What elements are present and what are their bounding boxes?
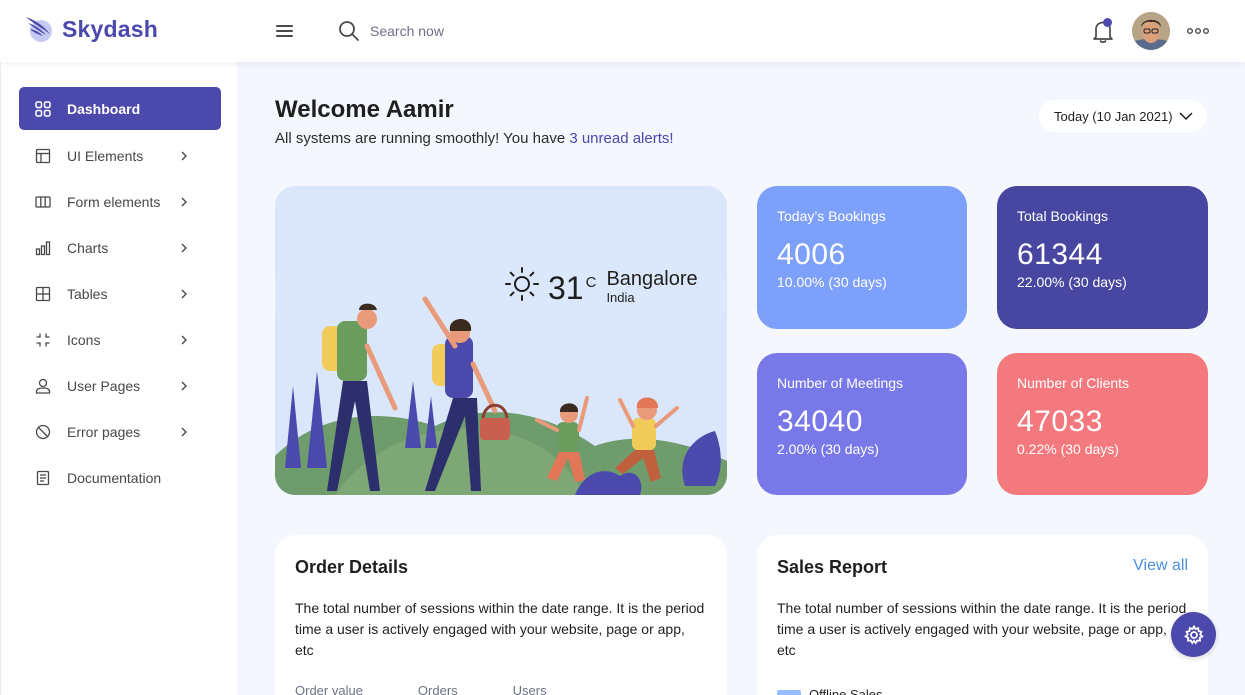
chart-legend: Offline Sales <box>777 687 882 695</box>
stat-change: 2.00% (30 days) <box>777 441 879 457</box>
gear-icon <box>1183 624 1204 645</box>
sidebar-item-user-pages[interactable]: User Pages <box>19 363 221 409</box>
bar-chart-icon <box>35 240 51 256</box>
sidebar-item-label: Icons <box>67 332 101 348</box>
sidebar-item-label: Error pages <box>67 424 141 440</box>
brand[interactable]: Skydash <box>24 14 158 44</box>
chevron-right-icon <box>181 151 187 161</box>
weather-widget: 31 C Bangalore India <box>504 266 698 305</box>
stat-change: 10.00% (30 days) <box>777 274 887 290</box>
settings-button[interactable] <box>1171 612 1216 657</box>
sidebar: Dashboard UI Elements Form elements Char… <box>0 62 237 695</box>
stat-value: 47033 <box>1017 405 1103 438</box>
view-all-link[interactable]: View all <box>1133 557 1188 575</box>
chevron-right-icon <box>181 427 187 437</box>
chevron-right-icon <box>181 243 187 253</box>
focus-icon <box>35 332 51 348</box>
location-country: India <box>606 290 635 305</box>
ban-icon <box>35 424 51 440</box>
card-description: The total number of sessions within the … <box>295 600 705 658</box>
stat-title: Total Bookings <box>1017 208 1109 224</box>
stat-card-total-bookings: Total Bookings 61344 22.00% (30 days) <box>997 186 1208 329</box>
stat-value: 4006 <box>777 238 846 271</box>
stat-title: Number of Clients <box>1017 375 1130 391</box>
sidebar-item-label: Documentation <box>67 470 162 486</box>
layout-icon <box>35 148 51 164</box>
sidebar-item-label: Tables <box>67 286 108 302</box>
stat-card-number-of-clients: Number of Clients 47033 0.22% (30 days) <box>997 353 1208 495</box>
order-details-card: Order Details The total number of sessio… <box>275 535 727 695</box>
sidebar-item-ui-elements[interactable]: UI Elements <box>19 133 221 179</box>
chevron-right-icon <box>181 289 187 299</box>
top-navbar: Skydash <box>0 0 1245 62</box>
sidebar-item-dashboard[interactable]: Dashboard <box>19 87 221 130</box>
sales-report-card: Sales Report View all The total number o… <box>757 535 1208 695</box>
card-description: The total number of sessions within the … <box>777 600 1187 658</box>
sidebar-item-documentation[interactable]: Documentation <box>19 455 221 501</box>
brand-name: Skydash <box>62 15 159 42</box>
chevron-right-icon <box>181 335 187 345</box>
sidebar-item-error-pages[interactable]: Error pages <box>19 409 221 455</box>
location-city: Bangalore <box>606 268 698 290</box>
sidebar-nav: Dashboard UI Elements Form elements Char… <box>1 62 237 501</box>
metric-label: Orders <box>417 683 458 695</box>
stat-title: Number of Meetings <box>777 375 904 391</box>
sun-icon <box>505 267 539 301</box>
weather-illustration-card <box>275 186 727 495</box>
columns-icon <box>35 194 51 210</box>
stat-title: Today’s Bookings <box>777 208 886 224</box>
grid-icon <box>35 100 51 117</box>
card-title: Order Details <box>295 557 409 577</box>
temperature-unit: C <box>585 274 597 291</box>
chevron-right-icon <box>181 197 187 207</box>
page-title: Welcome Aamir <box>275 96 454 123</box>
document-icon <box>35 470 51 486</box>
stat-change: 22.00% (30 days) <box>1017 274 1127 290</box>
more-options-icon[interactable] <box>1186 24 1210 38</box>
stat-card-number-of-meetings: Number of Meetings 34040 2.00% (30 days) <box>757 353 967 495</box>
logo-icon <box>26 17 52 42</box>
sidebar-item-charts[interactable]: Charts <box>19 225 221 271</box>
stat-value: 61344 <box>1017 238 1103 271</box>
metric-label: Users <box>512 683 547 695</box>
legend-swatch <box>777 689 801 695</box>
chevron-right-icon <box>181 381 187 391</box>
stat-value: 34040 <box>777 405 863 438</box>
date-picker-button[interactable]: Today (10 Jan 2021) <box>1039 100 1207 132</box>
location: Bangalore India <box>606 268 697 305</box>
avatar[interactable] <box>1132 12 1170 50</box>
notification-dot <box>1103 18 1112 27</box>
sidebar-item-label: Charts <box>67 240 109 256</box>
table-icon <box>35 286 51 302</box>
card-title: Sales Report <box>777 557 888 577</box>
hamburger-menu-icon[interactable] <box>274 22 296 40</box>
search-input[interactable] <box>370 23 570 39</box>
sidebar-item-label: Form elements <box>67 194 161 210</box>
metric-label: Order value <box>295 683 363 695</box>
temperature-value: 31 <box>548 270 584 306</box>
welcome-subtitle: All systems are running smoothly! You ha… <box>275 130 674 147</box>
legend-label: Offline Sales <box>809 687 883 695</box>
user-icon <box>35 378 51 394</box>
order-metrics-labels: Order value Orders Users <box>295 683 602 695</box>
sidebar-item-tables[interactable]: Tables <box>19 271 221 317</box>
search-icon <box>339 21 359 41</box>
sidebar-item-form-elements[interactable]: Form elements <box>19 179 221 225</box>
date-label: Today (10 Jan 2021) <box>1054 108 1173 124</box>
stat-change: 0.22% (30 days) <box>1017 441 1119 457</box>
chevron-down-icon <box>1179 112 1193 121</box>
sidebar-item-label: UI Elements <box>67 148 144 164</box>
sidebar-item-label: User Pages <box>67 378 141 394</box>
stat-card-todays-bookings: Today’s Bookings 4006 10.00% (30 days) <box>757 186 967 329</box>
unread-alerts-link[interactable]: 3 unread alerts! <box>569 130 673 147</box>
welcome-subtitle-text: All systems are running smoothly! You ha… <box>275 130 570 147</box>
search-bar <box>338 20 570 42</box>
sidebar-item-label: Dashboard <box>67 100 141 117</box>
sidebar-item-icons[interactable]: Icons <box>19 317 221 363</box>
avatar-image <box>1132 12 1170 50</box>
hiking-family-illustration <box>275 256 727 495</box>
notifications-button[interactable] <box>1090 17 1116 45</box>
